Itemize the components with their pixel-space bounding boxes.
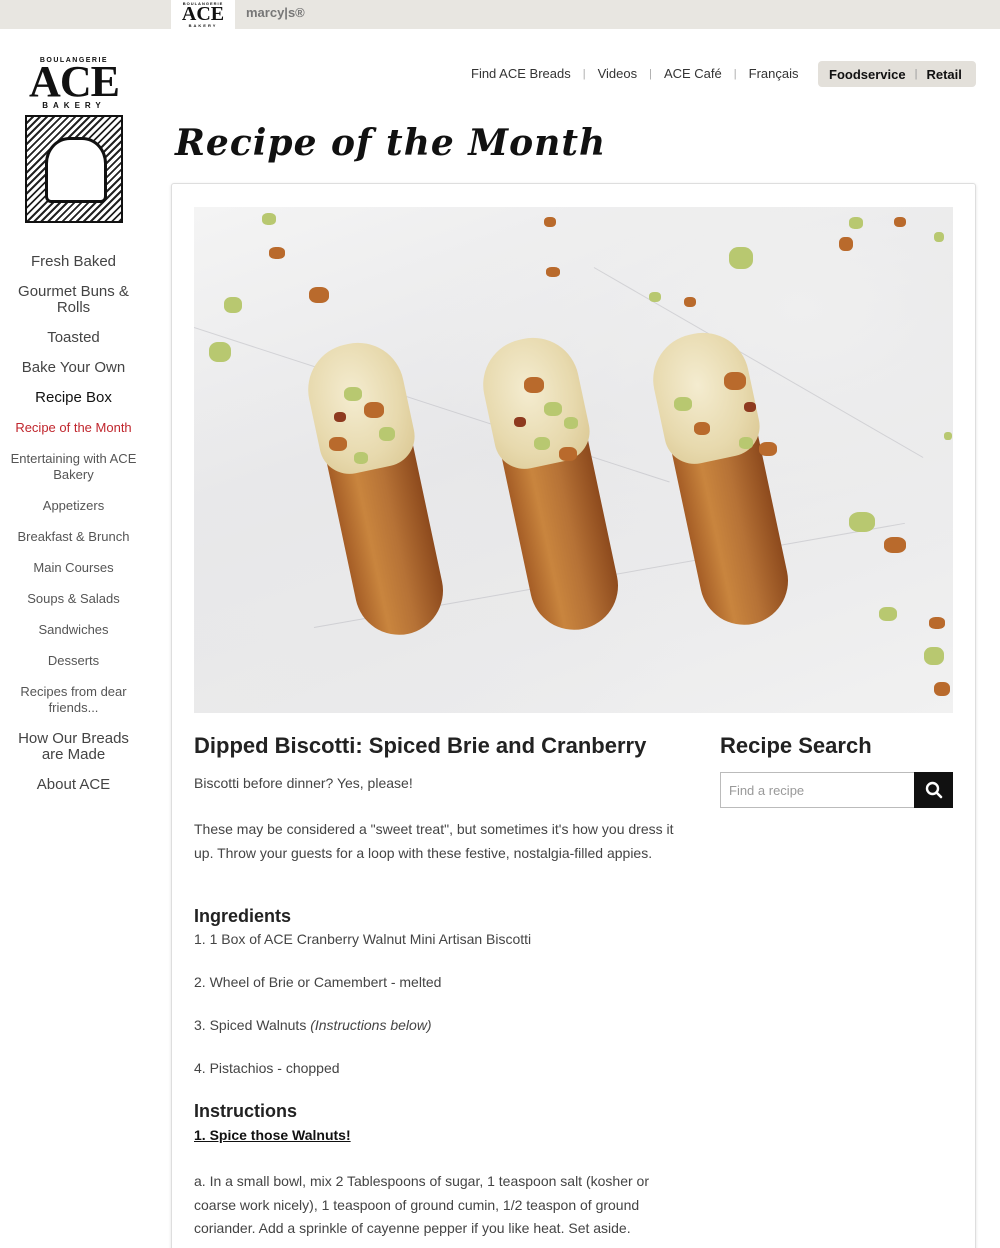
sidebar-item-fresh-baked[interactable]: Fresh Baked bbox=[0, 254, 147, 270]
brand-bar: BOULANGERIE ACE BAKERY marcy|s® bbox=[0, 0, 1000, 29]
recipe-intro: Biscotti before dinner? Yes, please! bbox=[194, 775, 413, 791]
biscotti-left bbox=[299, 334, 452, 643]
ingredients-heading: Ingredients bbox=[194, 906, 292, 926]
pill-separator: | bbox=[914, 68, 918, 80]
ingredient-item-note: (Instructions below) bbox=[310, 1017, 432, 1033]
ingredient-item: 3. Spiced Walnuts (Instructions below) bbox=[194, 1017, 432, 1033]
nav-ace-cafe[interactable]: ACE Café bbox=[664, 66, 722, 81]
biscotti-right bbox=[644, 324, 797, 633]
sidebar-item-bake-your-own[interactable]: Bake Your Own bbox=[0, 360, 147, 376]
ace-tab-label: ACE bbox=[181, 3, 225, 25]
ace-bakery-logo[interactable]: BOULANGERIE ACE BAKERY bbox=[24, 57, 124, 223]
nav-separator: | bbox=[733, 67, 737, 80]
recipe-search-button[interactable] bbox=[914, 772, 953, 808]
top-nav: Find ACE Breads | Videos | ACE Café | Fr… bbox=[471, 66, 798, 81]
instructions-heading: Instructions bbox=[194, 1101, 298, 1121]
marcys-brand-tab[interactable]: marcy|s® bbox=[246, 5, 305, 20]
step-1a-text: a. In a small bowl, mix 2 Tablespoons of… bbox=[194, 1173, 649, 1236]
sidebar-item-gourmet-buns[interactable]: Gourmet Buns & Rolls bbox=[0, 284, 147, 316]
nav-separator: | bbox=[582, 67, 586, 80]
recipe-search-title: Recipe Search bbox=[720, 733, 872, 758]
audience-switch: Foodservice | Retail bbox=[818, 61, 976, 87]
biscotti-center bbox=[474, 329, 627, 638]
ingredient-item: 1. 1 Box of ACE Cranberry Walnut Mini Ar… bbox=[194, 931, 532, 947]
sidebar-nav: Fresh Baked Gourmet Buns & Rolls Toasted… bbox=[0, 254, 147, 807]
sidebar-sub-entertaining[interactable]: Entertaining with ACE Bakery bbox=[0, 451, 147, 483]
sidebar-sub-sandwiches[interactable]: Sandwiches bbox=[0, 622, 147, 638]
sidebar-item-how-breads-made[interactable]: How Our Breads are Made bbox=[0, 731, 147, 763]
recipe-search-input[interactable] bbox=[720, 772, 914, 808]
ace-tab-small-bottom: BAKERY bbox=[188, 23, 218, 28]
sidebar-sub-recipe-of-the-month[interactable]: Recipe of the Month bbox=[0, 420, 147, 436]
ace-brand-tab[interactable]: BOULANGERIE ACE BAKERY bbox=[171, 0, 235, 29]
ingredient-item: 4. Pistachios - chopped bbox=[194, 1060, 340, 1076]
search-icon bbox=[925, 781, 942, 799]
ingredient-item-text: 3. Spiced Walnuts bbox=[194, 1017, 311, 1033]
sidebar-sub-recipes-from-friends[interactable]: Recipes from dear friends... bbox=[0, 684, 147, 716]
sidebar-sub-appetizers[interactable]: Appetizers bbox=[0, 498, 147, 514]
sidebar-sub-desserts[interactable]: Desserts bbox=[0, 653, 147, 669]
sidebar-item-about-ace[interactable]: About ACE bbox=[0, 777, 147, 793]
nav-find-ace-breads[interactable]: Find ACE Breads bbox=[471, 66, 571, 81]
sidebar-item-toasted[interactable]: Toasted bbox=[0, 330, 147, 346]
recipe-description: These may be considered a "sweet treat",… bbox=[194, 821, 674, 861]
nav-retail[interactable]: Retail bbox=[926, 67, 961, 82]
nav-foodservice[interactable]: Foodservice bbox=[829, 67, 906, 82]
sidebar-sub-soups-salads[interactable]: Soups & Salads bbox=[0, 591, 147, 607]
step-1-heading: 1. Spice those Walnuts! bbox=[194, 1127, 351, 1143]
sidebar-item-recipe-box[interactable]: Recipe Box bbox=[0, 390, 147, 406]
page-title: Recipe of the Month bbox=[175, 122, 607, 164]
nav-francais[interactable]: Français bbox=[749, 66, 799, 81]
sidebar-sub-breakfast-brunch[interactable]: Breakfast & Brunch bbox=[0, 529, 147, 545]
nav-separator: | bbox=[649, 67, 652, 80]
recipe-hero-image bbox=[194, 207, 953, 713]
sidebar-sub-main-courses[interactable]: Main Courses bbox=[0, 560, 147, 576]
nav-videos[interactable]: Videos bbox=[598, 66, 638, 81]
ingredient-item: 2. Wheel of Brie or Camembert - melted bbox=[194, 974, 442, 990]
logo-line-ace: ACE bbox=[29, 57, 120, 106]
baker-illustration bbox=[25, 115, 123, 223]
recipe-title: Dipped Biscotti: Spiced Brie and Cranber… bbox=[194, 733, 647, 758]
